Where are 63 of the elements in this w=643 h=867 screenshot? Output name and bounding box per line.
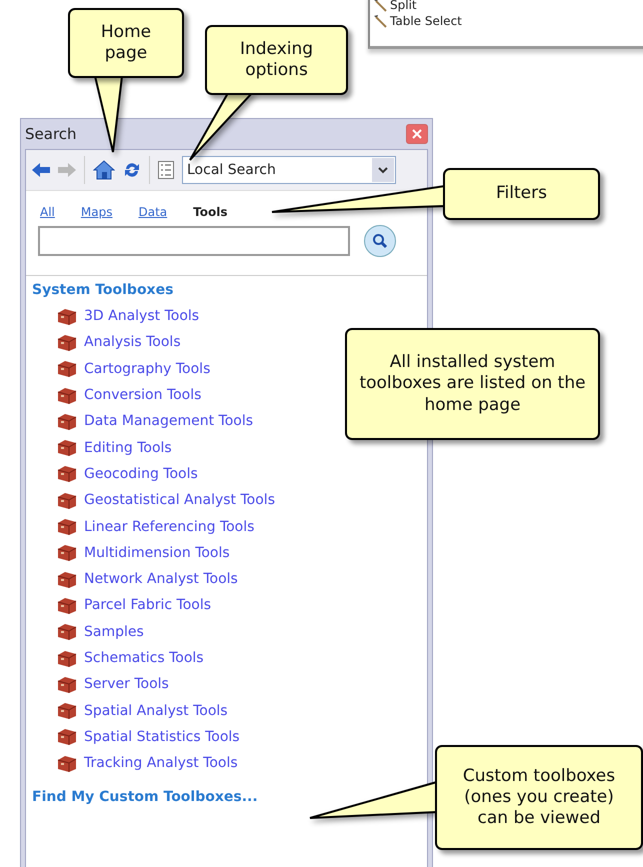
section-heading: System Toolboxes [32,282,174,298]
back-arrow-icon[interactable] [32,163,50,177]
refresh-icon[interactable] [123,161,141,179]
toolbox-link[interactable]: Multidimension Tools [84,544,230,561]
tool-name: Table Select [390,14,462,28]
search-button[interactable] [364,225,396,257]
toolbox-icon [56,412,78,431]
toolbox-icon [56,438,78,458]
hammer-icon [372,0,388,12]
toolbox-link[interactable]: Schematics Tools [84,650,204,666]
callout-pointer [189,92,254,161]
toolbox-link[interactable]: Samples [84,624,144,640]
filter-tab[interactable]: Tools [193,205,228,219]
custom-toolboxes-link[interactable]: Find My Custom Toolboxes... [32,789,258,806]
toolbox-icon [56,701,78,720]
close-icon [412,129,422,139]
toolbox-link[interactable]: Spatial Analyst Tools [84,702,228,719]
chevron-down-icon [378,166,388,174]
toolbox-link[interactable]: Linear Referencing Tools [84,518,254,535]
filter-tab[interactable]: Maps [80,205,112,219]
callout: Custom toolboxes (ones you create) can be viewed [435,745,643,850]
search-icon [372,233,388,249]
home-icon[interactable] [93,160,115,180]
window-title: Search [25,125,77,143]
toolbox-icon [56,306,78,326]
close-button[interactable] [406,124,428,144]
toolbox-link[interactable]: Editing Tools [84,440,172,456]
list-icon[interactable] [158,161,174,179]
filter-tab[interactable]: Data [138,205,168,219]
tool-name: Split [390,0,417,12]
toolbox-icon [56,517,78,536]
toolbox-icon [56,754,78,773]
toolbox-link[interactable]: Data Management Tools [84,413,254,430]
filter-tab[interactable]: All [40,205,55,219]
toolbox-link[interactable]: Geostatistical Analyst Tools [84,492,275,508]
toolbox-icon [56,727,78,746]
hammer-icon [372,14,388,28]
toolbox-link[interactable]: Parcel Fabric Tools [84,597,212,614]
toolbox-link[interactable]: Geocoding Tools [84,466,198,482]
toolbox-icon [56,622,78,642]
callout: Filters [443,168,600,220]
toolbox-link[interactable]: Cartography Tools [84,360,210,377]
toolbox-icon [56,386,78,405]
toolbox-icon [56,570,78,589]
toolbox-icon [56,648,78,668]
toolbox-link[interactable]: Tracking Analyst Tools [84,755,238,772]
toolbox-icon [56,674,78,694]
callout: Home page [68,8,184,78]
callout: All installed system toolboxes are listed on the home page [345,328,600,440]
toolbox-icon [56,359,78,378]
toolbox-link[interactable]: Network Analyst Tools [84,571,238,588]
toolbox-icon [56,596,78,615]
scope-dropdown[interactable]: Local Search [182,156,396,184]
toolbox-link[interactable]: Spatial Statistics Tools [84,728,240,745]
toolbox-icon [56,490,78,510]
toolbox-link[interactable]: Analysis Tools [84,334,181,350]
search-field[interactable] [38,226,350,256]
toolbox-link[interactable]: Server Tools [84,676,169,692]
toolbox-link[interactable]: 3D Analyst Tools [84,308,200,324]
toolbox-icon [56,464,78,484]
toolbox-icon [56,332,78,352]
toolbox-link[interactable]: Conversion Tools [84,387,202,404]
toolbox-icon [56,543,78,562]
